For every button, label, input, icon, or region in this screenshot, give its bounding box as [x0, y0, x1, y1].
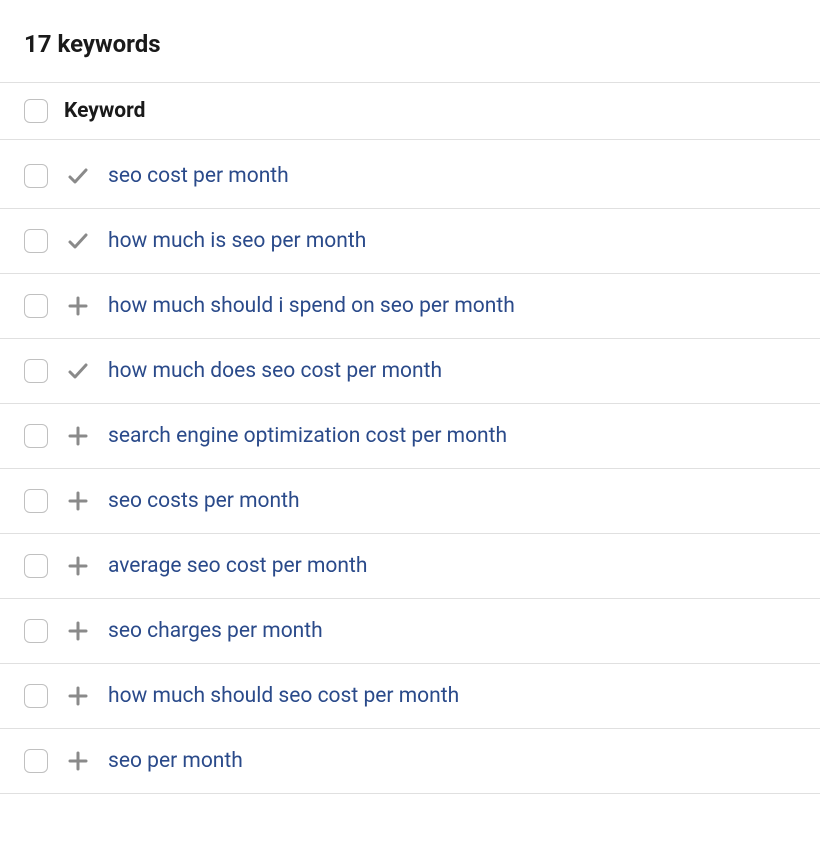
row-checkbox[interactable] — [24, 424, 48, 448]
table-row: seo charges per month — [0, 599, 820, 664]
check-icon[interactable] — [64, 357, 92, 385]
row-checkbox[interactable] — [24, 684, 48, 708]
check-icon[interactable] — [64, 227, 92, 255]
page-title: 17 keywords — [24, 30, 796, 58]
select-all-checkbox[interactable] — [24, 99, 48, 123]
table-row: average seo cost per month — [0, 534, 820, 599]
keyword-list: seo cost per month how much is seo per mo… — [0, 140, 820, 794]
table-row: seo costs per month — [0, 469, 820, 534]
column-header-keyword: Keyword — [64, 99, 145, 123]
row-checkbox[interactable] — [24, 749, 48, 773]
plus-icon[interactable] — [64, 617, 92, 645]
row-checkbox[interactable] — [24, 229, 48, 253]
keyword-link[interactable]: search engine optimization cost per mont… — [108, 424, 507, 448]
keyword-link[interactable]: how much does seo cost per month — [108, 359, 442, 383]
keyword-link[interactable]: seo cost per month — [108, 164, 289, 188]
plus-icon[interactable] — [64, 682, 92, 710]
table-row: seo cost per month — [0, 144, 820, 209]
keyword-link[interactable]: seo charges per month — [108, 619, 323, 643]
row-checkbox[interactable] — [24, 554, 48, 578]
table-row: search engine optimization cost per mont… — [0, 404, 820, 469]
table-header-row: Keyword — [0, 82, 820, 140]
header: 17 keywords — [0, 0, 820, 82]
table-row: how much is seo per month — [0, 209, 820, 274]
table-row: how much should seo cost per month — [0, 664, 820, 729]
keyword-link[interactable]: how much should i spend on seo per month — [108, 294, 515, 318]
plus-icon[interactable] — [64, 422, 92, 450]
keyword-link[interactable]: seo per month — [108, 749, 243, 773]
table-row: how much does seo cost per month — [0, 339, 820, 404]
plus-icon[interactable] — [64, 552, 92, 580]
table-row: how much should i spend on seo per month — [0, 274, 820, 339]
plus-icon[interactable] — [64, 747, 92, 775]
row-checkbox[interactable] — [24, 619, 48, 643]
keyword-link[interactable]: average seo cost per month — [108, 554, 367, 578]
keyword-link[interactable]: how much is seo per month — [108, 229, 366, 253]
plus-icon[interactable] — [64, 292, 92, 320]
keyword-link[interactable]: how much should seo cost per month — [108, 684, 459, 708]
row-checkbox[interactable] — [24, 164, 48, 188]
row-checkbox[interactable] — [24, 359, 48, 383]
plus-icon[interactable] — [64, 487, 92, 515]
row-checkbox[interactable] — [24, 489, 48, 513]
table-row: seo per month — [0, 729, 820, 794]
keyword-link[interactable]: seo costs per month — [108, 489, 300, 513]
check-icon[interactable] — [64, 162, 92, 190]
row-checkbox[interactable] — [24, 294, 48, 318]
